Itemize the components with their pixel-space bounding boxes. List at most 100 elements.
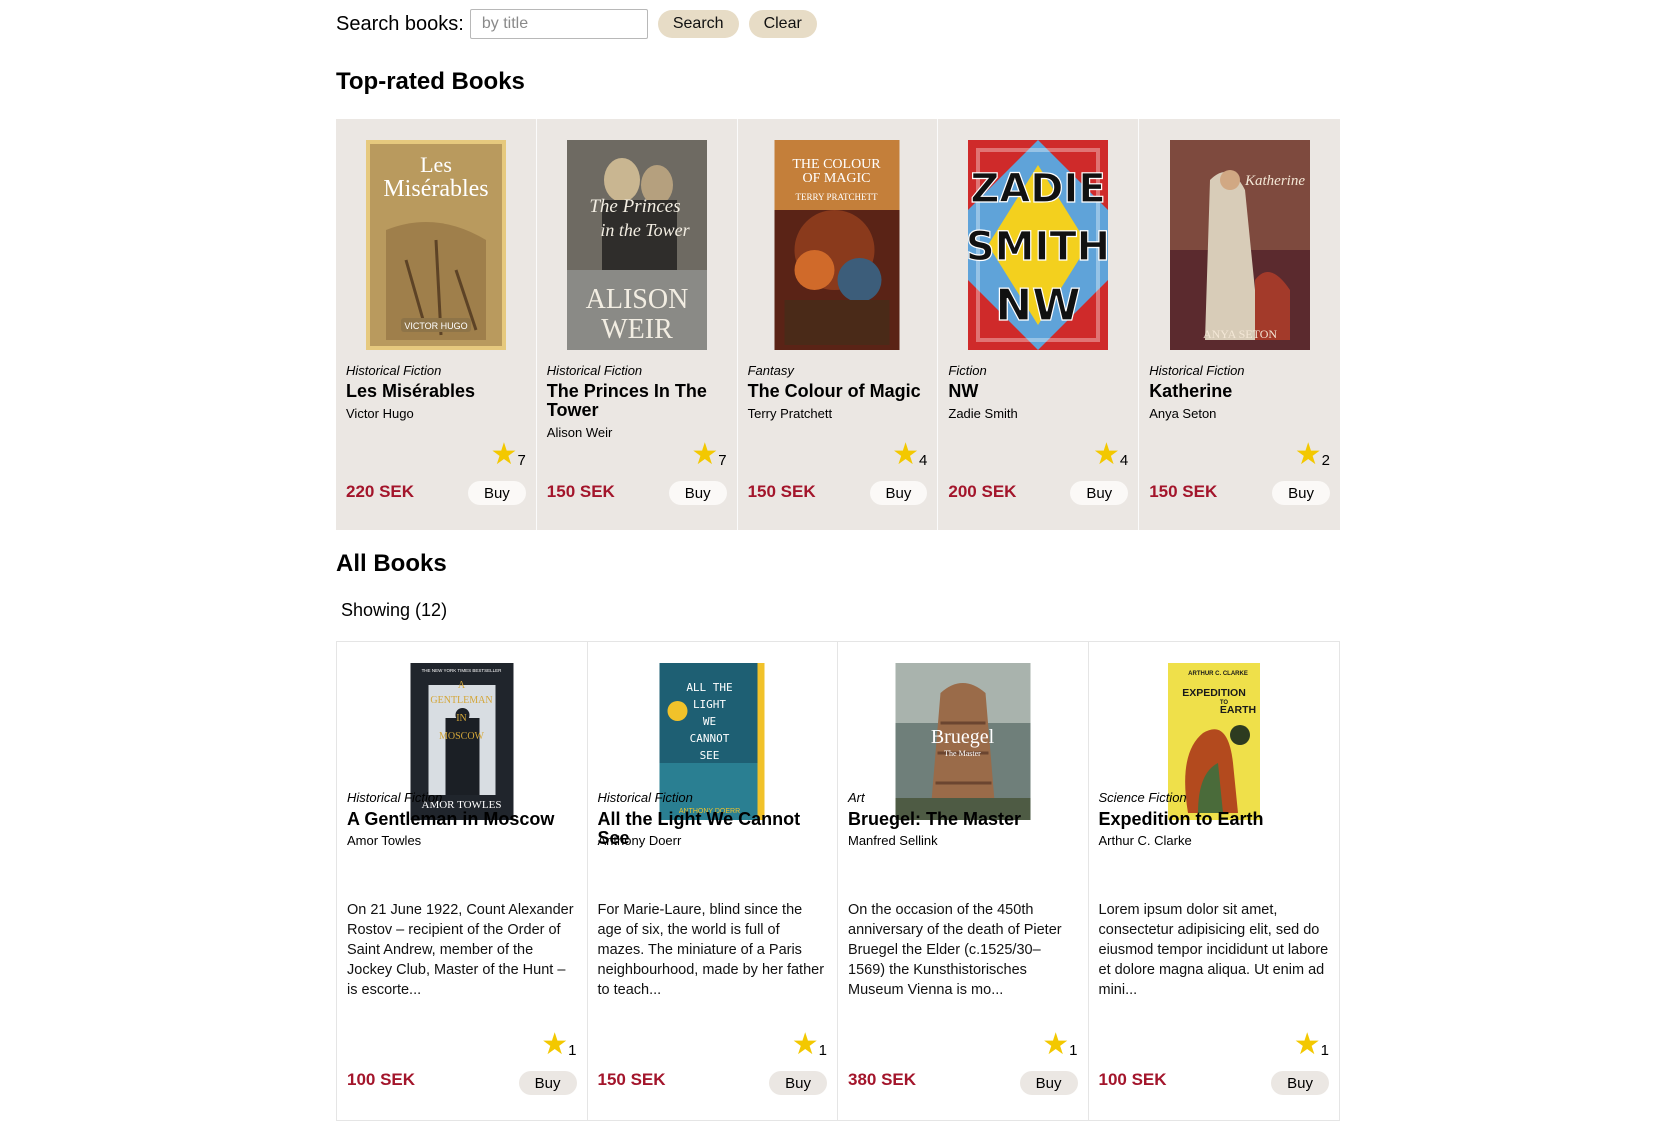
book-card: The Princes in the Tower ALISON WEIR His…: [537, 119, 738, 530]
svg-text:ZADIE: ZADIE: [971, 166, 1106, 212]
book-rating: ★ 1: [792, 1030, 827, 1060]
rating-count: 4: [919, 452, 928, 469]
book-genre: Fantasy: [747, 363, 794, 378]
svg-text:WEIR: WEIR: [601, 314, 673, 345]
book-card: ARTHUR C. CLARKE EXPEDITION TO EARTH Sci…: [1089, 642, 1340, 1120]
buy-button[interactable]: Buy: [1271, 1071, 1329, 1095]
book-author: Arthur C. Clarke: [1098, 833, 1192, 848]
book-cover[interactable]: ZADIE SMITH NW: [968, 140, 1109, 350]
all-books-list: THE NEW YORK TIMES BESTSELLER A GENTLEMA…: [336, 641, 1340, 1121]
book-cover[interactable]: THE COLOUR OF MAGIC TERRY PRATCHETT: [774, 140, 900, 350]
book-title[interactable]: The Princes In The Tower: [547, 382, 729, 420]
rating-count: 7: [718, 452, 727, 469]
svg-text:ARTHUR C. CLARKE: ARTHUR C. CLARKE: [1188, 671, 1248, 677]
book-price: 100 SEK: [1098, 1070, 1167, 1089]
rating-count: 1: [1320, 1042, 1329, 1059]
svg-text:A: A: [458, 680, 466, 691]
all-books-heading: All Books: [336, 550, 447, 577]
star-icon: ★: [541, 1028, 569, 1061]
book-card: Les Misérables VICTOR HUGO Historical Fi…: [336, 119, 537, 530]
svg-text:THE NEW YORK TIMES BESTSELLER: THE NEW YORK TIMES BESTSELLER: [421, 668, 502, 673]
star-icon: ★: [691, 438, 719, 471]
svg-text:CANNOT: CANNOT: [690, 732, 730, 745]
book-cover[interactable]: Bruegel The Master: [895, 663, 1031, 820]
book-author: Terry Pratchett: [747, 406, 833, 421]
book-price: 150 SEK: [1149, 482, 1218, 501]
svg-text:ALL THE: ALL THE: [687, 681, 733, 694]
book-description: Lorem ipsum dolor sit amet, consectetur …: [1098, 902, 1329, 998]
buy-button[interactable]: Buy: [1070, 481, 1129, 505]
book-price: 200 SEK: [948, 482, 1017, 501]
book-rating: ★ 1: [1042, 1030, 1077, 1060]
svg-text:SEE: SEE: [700, 749, 720, 762]
star-icon: ★: [892, 438, 920, 471]
buy-button[interactable]: Buy: [869, 481, 928, 505]
svg-text:SMITH: SMITH: [968, 224, 1108, 270]
book-title[interactable]: A Gentleman in Moscow: [347, 810, 579, 829]
buy-button[interactable]: Buy: [1019, 1071, 1078, 1095]
book-price: 150 SEK: [597, 1070, 666, 1089]
book-description: On the occasion of the 450th anniversary…: [848, 902, 1062, 998]
rating-count: 7: [517, 452, 526, 469]
book-cover[interactable]: Les Misérables VICTOR HUGO: [365, 140, 506, 350]
book-genre: Art: [848, 790, 865, 805]
buy-button[interactable]: Buy: [467, 481, 526, 505]
svg-text:GENTLEMAN: GENTLEMAN: [430, 695, 492, 706]
book-genre: Historical Fiction: [347, 790, 443, 805]
book-price: 150 SEK: [747, 482, 816, 501]
book-card: Bruegel The Master Art Bruegel: The Mast…: [838, 642, 1089, 1120]
book-card: THE NEW YORK TIMES BESTSELLER A GENTLEMA…: [337, 642, 588, 1120]
svg-text:NW: NW: [996, 280, 1081, 331]
book-title[interactable]: Bruegel: The Master: [848, 810, 1080, 829]
rating-count: 1: [568, 1042, 577, 1059]
book-author: Alison Weir: [546, 425, 613, 440]
book-rating: ★ 7: [491, 440, 526, 470]
book-title[interactable]: Expedition to Earth: [1099, 810, 1332, 829]
book-price: 380 SEK: [848, 1070, 917, 1089]
svg-text:The Princes: The Princes: [589, 196, 680, 217]
showing-count: Showing (12): [341, 600, 448, 620]
clear-button[interactable]: Clear: [748, 10, 817, 38]
svg-text:in the Tower: in the Tower: [600, 220, 690, 240]
rating-count: 1: [818, 1042, 827, 1059]
book-cover[interactable]: Katherine ANYA SETON: [1169, 140, 1310, 350]
svg-text:MOSCOW: MOSCOW: [439, 731, 485, 742]
book-rating: ★ 2: [1294, 438, 1330, 471]
svg-text:Les: Les: [420, 152, 452, 177]
book-cover[interactable]: The Princes in the Tower ALISON WEIR: [566, 140, 707, 350]
book-rating: ★ 4: [1092, 438, 1128, 471]
book-title[interactable]: Les Misérables: [346, 382, 528, 401]
star-icon: ★: [1294, 438, 1322, 471]
book-card: ZADIE SMITH NW Fiction NW Zadie Smith ★ …: [938, 119, 1140, 530]
star-icon: ★: [1092, 438, 1120, 471]
book-genre: Historical Fiction: [1149, 363, 1245, 378]
svg-text:VICTOR HUGO: VICTOR HUGO: [404, 321, 467, 331]
book-author: Zadie Smith: [948, 406, 1018, 421]
star-icon: ★: [1293, 1028, 1321, 1061]
search-button[interactable]: Search: [657, 10, 739, 38]
svg-text:Bruegel: Bruegel: [931, 726, 995, 748]
book-title[interactable]: Katherine: [1149, 382, 1332, 401]
book-author: Manfred Sellink: [848, 833, 938, 848]
book-genre: Historical Fiction: [346, 363, 442, 378]
svg-text:TERRY PRATCHETT: TERRY PRATCHETT: [796, 192, 878, 202]
svg-text:The Master: The Master: [944, 749, 981, 758]
buy-button[interactable]: Buy: [1272, 481, 1330, 505]
book-card: ALL THE LIGHT WE CANNOT SEE ANTHONY DOER…: [588, 642, 838, 1120]
buy-button[interactable]: Buy: [769, 1071, 827, 1095]
search-input[interactable]: [469, 9, 648, 39]
book-rating: ★ 1: [541, 1028, 577, 1061]
buy-button[interactable]: Buy: [668, 481, 727, 505]
svg-text:OF MAGIC: OF MAGIC: [803, 171, 871, 186]
book-genre: Fiction: [948, 363, 987, 378]
book-genre: Historical Fiction: [546, 363, 643, 378]
svg-text:Misérables: Misérables: [383, 176, 488, 202]
book-description: For Marie-Laure, blind since the age of …: [597, 902, 825, 998]
svg-text:IN: IN: [456, 713, 467, 724]
book-title[interactable]: NW: [948, 382, 1130, 401]
buy-button[interactable]: Buy: [518, 1071, 577, 1095]
search-label: Search books:: [336, 12, 464, 35]
book-description: On 21 June 1922, Count Alexander Rostov …: [347, 902, 574, 998]
book-price: 220 SEK: [346, 482, 415, 501]
book-title[interactable]: The Colour of Magic: [748, 382, 930, 401]
